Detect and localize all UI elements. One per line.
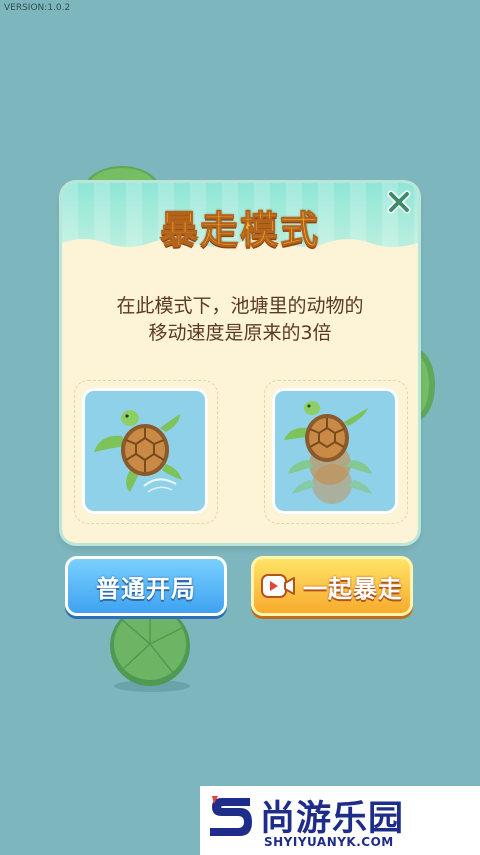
rage-speed-card bbox=[272, 388, 398, 514]
dialog-title: 暴走模式 bbox=[159, 208, 320, 253]
brand-logo-icon bbox=[210, 796, 252, 836]
normal-speed-card bbox=[82, 388, 208, 514]
watermark: 尚游乐园 SHYIYUANYK.COM bbox=[200, 786, 480, 855]
turtle-fast-icon bbox=[284, 401, 372, 504]
rage-mode-dialog: 暴走模式 在此模式下，池塘里的动物的 移动速度是原来的3倍 bbox=[62, 183, 418, 543]
description-line-1: 在此模式下，池塘里的动物的 bbox=[116, 295, 364, 317]
brand-url: SHYIYUANYK.COM bbox=[264, 835, 394, 849]
rage-together-label: 一起暴走 bbox=[303, 574, 403, 603]
version-label: VERSION:1.0.2 bbox=[4, 3, 71, 13]
normal-start-label: 普通开局 bbox=[96, 574, 196, 603]
turtle-icon bbox=[94, 410, 182, 493]
normal-start-button[interactable]: 普通开局 bbox=[65, 556, 227, 616]
description-line-2: 移动速度是原来的3倍 bbox=[148, 322, 332, 344]
rage-together-button[interactable]: 一起暴走 bbox=[251, 556, 413, 616]
dialog-description: 在此模式下，池塘里的动物的 移动速度是原来的3倍 bbox=[72, 293, 408, 347]
video-icon bbox=[261, 574, 295, 598]
brand-name: 尚游乐园 bbox=[260, 799, 405, 839]
